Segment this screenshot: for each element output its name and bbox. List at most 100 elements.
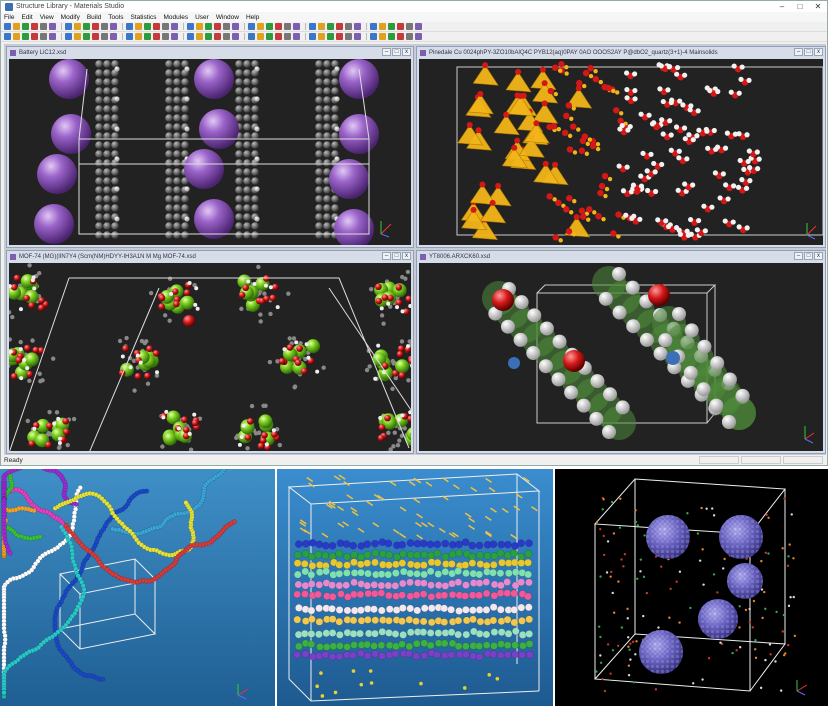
menu-user[interactable]: User	[195, 14, 209, 21]
toolbar-tool-icon[interactable]	[22, 33, 29, 40]
toolbar-tool-icon[interactable]	[187, 23, 194, 30]
toolbar-tool-icon[interactable]	[275, 23, 282, 30]
toolbar-tool-icon[interactable]	[196, 23, 203, 30]
menu-modules[interactable]: Modules	[164, 14, 189, 21]
doc-close-button[interactable]: x	[814, 252, 823, 260]
toolbar-tool-icon[interactable]	[83, 33, 90, 40]
toolbar-tool-icon[interactable]	[49, 23, 56, 30]
toolbar-tool-icon[interactable]	[388, 23, 395, 30]
toolbar-tool-icon[interactable]	[284, 23, 291, 30]
toolbar-tool-icon[interactable]	[379, 23, 386, 30]
toolbar-tool-icon[interactable]	[153, 23, 160, 30]
menu-build[interactable]: Build	[87, 14, 101, 21]
toolbar-tool-icon[interactable]	[232, 33, 239, 40]
toolbar-tool-icon[interactable]	[205, 33, 212, 40]
doc-close-button[interactable]: x	[402, 252, 411, 260]
toolbar-tool-icon[interactable]	[49, 33, 56, 40]
toolbar-tool-icon[interactable]	[257, 23, 264, 30]
toolbar-tool-icon[interactable]	[266, 33, 273, 40]
menu-view[interactable]: View	[40, 14, 54, 21]
toolbar-tool-icon[interactable]	[135, 23, 142, 30]
doc-maximize-button[interactable]: □	[392, 48, 401, 56]
toolbar-tool-icon[interactable]	[406, 23, 413, 30]
toolbar-tool-icon[interactable]	[354, 33, 361, 40]
toolbar-tool-icon[interactable]	[232, 23, 239, 30]
toolbar-tool-icon[interactable]	[4, 33, 11, 40]
toolbar-tool-icon[interactable]	[388, 33, 395, 40]
3d-viewer-mof[interactable]	[9, 263, 411, 451]
toolbar-tool-icon[interactable]	[214, 33, 221, 40]
toolbar-tool-icon[interactable]	[223, 23, 230, 30]
toolbar-tool-icon[interactable]	[309, 33, 316, 40]
toolbar-tool-icon[interactable]	[345, 33, 352, 40]
toolbar-tool-icon[interactable]	[293, 23, 300, 30]
toolbar-tool-icon[interactable]	[327, 33, 334, 40]
toolbar-tool-icon[interactable]	[248, 23, 255, 30]
toolbar-tool-icon[interactable]	[92, 23, 99, 30]
document-titlebar[interactable]: YT8006.ARXCK60.xsd – □ x	[417, 251, 825, 262]
toolbar-tool-icon[interactable]	[223, 33, 230, 40]
3d-viewer-crystal[interactable]	[419, 263, 823, 451]
doc-maximize-button[interactable]: □	[804, 48, 813, 56]
toolbar-tool-icon[interactable]	[370, 33, 377, 40]
document-window-crystal[interactable]: YT8006.ARXCK60.xsd – □ x	[416, 250, 826, 454]
document-window-mof[interactable]: MOF-74 (MG)(lIN7Y4 (Scm(NM)HDYY-IH3A1N M…	[6, 250, 414, 454]
toolbar-tool-icon[interactable]	[293, 33, 300, 40]
toolbar-tool-icon[interactable]	[370, 23, 377, 30]
doc-close-button[interactable]: x	[402, 48, 411, 56]
menu-statistics[interactable]: Statistics	[130, 14, 156, 21]
toolbar-tool-icon[interactable]	[22, 23, 29, 30]
doc-close-button[interactable]: x	[814, 48, 823, 56]
toolbar-tool-icon[interactable]	[309, 23, 316, 30]
toolbar-tool-icon[interactable]	[40, 33, 47, 40]
doc-minimize-button[interactable]: –	[794, 252, 803, 260]
toolbar-tool-icon[interactable]	[336, 23, 343, 30]
toolbar-tool-icon[interactable]	[379, 33, 386, 40]
toolbar-tool-icon[interactable]	[83, 23, 90, 30]
toolbar-tool-icon[interactable]	[110, 23, 117, 30]
toolbar-tool-icon[interactable]	[415, 33, 422, 40]
toolbar-tool-icon[interactable]	[74, 33, 81, 40]
menu-tools[interactable]: Tools	[108, 14, 123, 21]
close-button[interactable]: ✕	[809, 1, 827, 12]
doc-minimize-button[interactable]: –	[794, 48, 803, 56]
toolbar-tool-icon[interactable]	[65, 23, 72, 30]
toolbar-tool-icon[interactable]	[101, 23, 108, 30]
toolbar-tool-icon[interactable]	[266, 23, 273, 30]
menu-modify[interactable]: Modify	[61, 14, 80, 21]
document-window-interface[interactable]: Pinedale Cu 0024phPY-3ZO10bAlQ4C PYB12(a…	[416, 46, 826, 248]
toolbar-tool-icon[interactable]	[31, 23, 38, 30]
document-titlebar[interactable]: Pinedale Cu 0024phPY-3ZO10bAlQ4C PYB12(a…	[417, 47, 825, 58]
toolbar-tool-icon[interactable]	[153, 33, 160, 40]
doc-minimize-button[interactable]: –	[382, 252, 391, 260]
toolbar-tool-icon[interactable]	[257, 33, 264, 40]
toolbar-tool-icon[interactable]	[327, 23, 334, 30]
toolbar-tool-icon[interactable]	[171, 23, 178, 30]
toolbar-tool-icon[interactable]	[13, 33, 20, 40]
toolbar-tool-icon[interactable]	[13, 23, 20, 30]
toolbar-tool-icon[interactable]	[345, 23, 352, 30]
toolbar-tool-icon[interactable]	[162, 33, 169, 40]
toolbar-tool-icon[interactable]	[144, 33, 151, 40]
menu-edit[interactable]: Edit	[21, 14, 32, 21]
doc-maximize-button[interactable]: □	[392, 252, 401, 260]
toolbar-tool-icon[interactable]	[214, 23, 221, 30]
toolbar-tool-icon[interactable]	[162, 23, 169, 30]
toolbar-tool-icon[interactable]	[275, 33, 282, 40]
toolbar-tool-icon[interactable]	[187, 33, 194, 40]
toolbar-tool-icon[interactable]	[354, 23, 361, 30]
toolbar-tool-icon[interactable]	[284, 33, 291, 40]
toolbar-tool-icon[interactable]	[318, 33, 325, 40]
toolbar-tool-icon[interactable]	[397, 23, 404, 30]
toolbar-tool-icon[interactable]	[65, 33, 72, 40]
toolbar-tool-icon[interactable]	[74, 23, 81, 30]
toolbar-tool-icon[interactable]	[126, 33, 133, 40]
document-titlebar[interactable]: Battery LiC12.xsd – □ x	[7, 47, 413, 58]
toolbar-tool-icon[interactable]	[171, 33, 178, 40]
toolbar-tool-icon[interactable]	[126, 23, 133, 30]
maximize-button[interactable]: □	[791, 1, 809, 12]
toolbar-tool-icon[interactable]	[92, 33, 99, 40]
menu-file[interactable]: File	[4, 14, 14, 21]
3d-viewer-battery[interactable]	[9, 59, 411, 245]
toolbar-tool-icon[interactable]	[110, 33, 117, 40]
